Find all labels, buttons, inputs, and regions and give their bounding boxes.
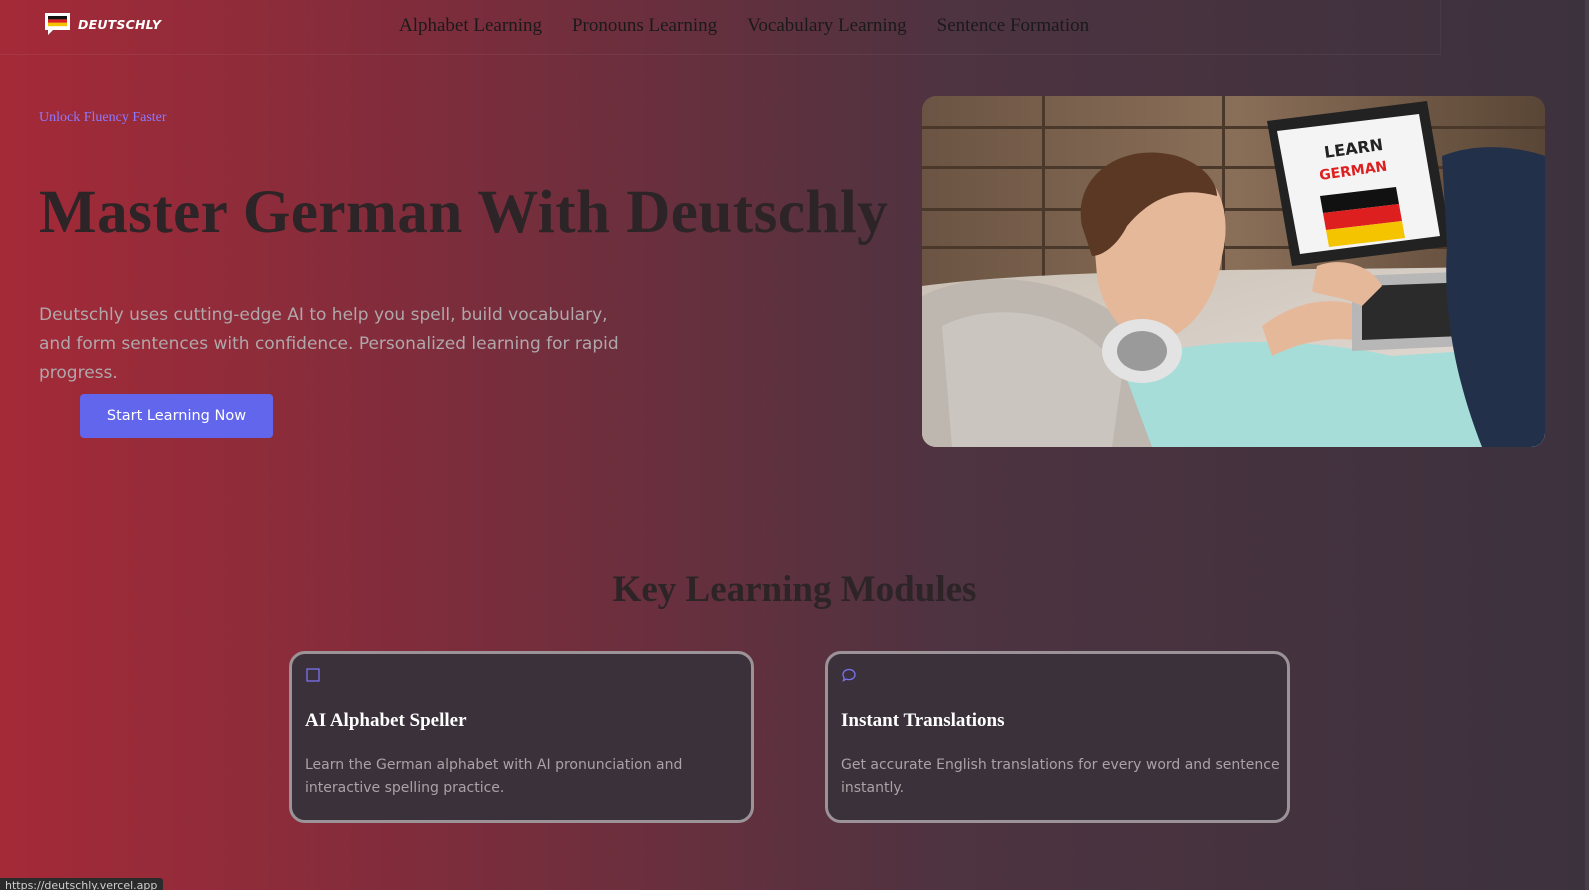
card-title: AI Alphabet Speller — [305, 710, 467, 731]
scrollbar[interactable] — [1585, 0, 1589, 890]
hero-title: Master German With Deutschly — [39, 179, 889, 246]
german-flag-chat-icon — [43, 12, 72, 36]
nav-alphabet-learning[interactable]: Alphabet Learning — [399, 15, 542, 37]
book-icon — [305, 667, 321, 683]
chat-bubble-icon — [841, 667, 857, 683]
card-description: Get accurate English translations for ev… — [841, 757, 1280, 796]
card-description: Learn the German alphabet with AI pronun… — [305, 757, 683, 796]
main-nav: Alphabet Learning Pronouns Learning Voca… — [399, 15, 1119, 37]
hero-description: Deutschly uses cutting-edge AI to help y… — [39, 305, 619, 383]
module-card-instant-translations[interactable]: Instant Translations Get accurate Englis… — [825, 651, 1290, 823]
logo[interactable]: DEUTSCHLY — [43, 12, 161, 36]
hero-image: LEARN GERMAN — [922, 96, 1545, 447]
nav-vocabulary-learning[interactable]: Vocabulary Learning — [747, 15, 907, 37]
site-header: DEUTSCHLY Alphabet Learning Pronouns Lea… — [0, 0, 1441, 55]
hero-eyebrow: Unlock Fluency Faster — [39, 110, 167, 125]
module-card-alphabet-speller[interactable]: AI Alphabet Speller Learn the German alp… — [289, 651, 754, 823]
nav-pronouns-learning[interactable]: Pronouns Learning — [572, 15, 717, 37]
nav-sentence-formation[interactable]: Sentence Formation — [937, 15, 1090, 37]
modules-title: Key Learning Modules — [612, 569, 977, 610]
logo-text: DEUTSCHLY — [78, 16, 162, 32]
card-title: Instant Translations — [841, 710, 1005, 731]
start-learning-button[interactable]: Start Learning Now — [80, 394, 273, 438]
status-bar-url: https://deutschly.vercel.app — [0, 878, 164, 890]
